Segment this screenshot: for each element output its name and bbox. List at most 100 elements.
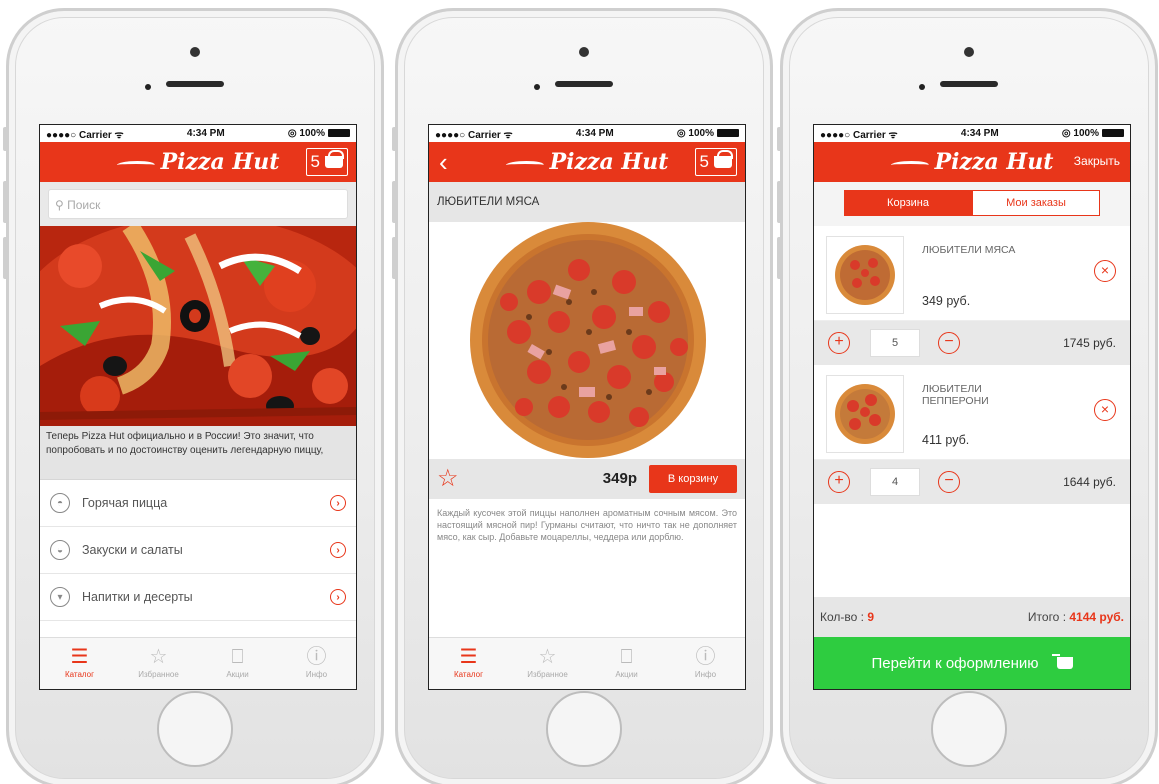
minus-icon[interactable]: − — [938, 332, 960, 354]
category-snacks-salads[interactable]: ◒ Закуски и салаты › — [40, 527, 356, 574]
info-icon: ⓘ — [695, 646, 716, 668]
battery-icon — [327, 129, 350, 138]
bookmark-icon: ⎕ — [231, 646, 244, 668]
roof-icon — [888, 161, 931, 169]
cart-item: ЛЮБИТЕЛИ ПЕППЕРОНИ 411 руб. × — [814, 365, 1130, 460]
price-bar: ☆ 349р В корзину — [429, 459, 745, 499]
item-line-total: 1745 руб. — [1063, 336, 1116, 350]
tab-info[interactable]: ⓘ Инфо — [666, 638, 745, 689]
star-icon: ☆ — [538, 646, 557, 668]
plus-icon[interactable]: + — [828, 332, 850, 354]
chevron-right-icon: › — [330, 589, 346, 605]
navbar: Pizza Hut Закрыть — [814, 142, 1130, 182]
back-icon[interactable]: ‹ — [439, 147, 448, 178]
camera-icon — [964, 47, 974, 57]
bookmark-icon: ⎕ — [620, 646, 633, 668]
phone-catalog: ●●●●○ Carrier ᯤ 4:34 PM ◎ 100% Pizza Hut… — [3, 8, 384, 784]
remove-item-icon[interactable]: × — [1094, 399, 1116, 421]
quantity-stepper: + 4 − 1644 руб. — [814, 460, 1130, 504]
tab-bar: ☰ Каталог ☆ Избранное ⎕ Акции ⓘ Инфо — [429, 637, 745, 689]
shopping-cart-icon — [1051, 654, 1073, 669]
add-to-cart-button[interactable]: В корзину — [649, 465, 737, 493]
search-bar: ⚲ Поиск — [40, 182, 356, 226]
product-title: ЛЮБИТЕЛИ МЯСА — [429, 182, 745, 222]
minus-icon[interactable]: − — [938, 471, 960, 493]
item-name: ЛЮБИТЕЛИ ПЕППЕРОНИ — [922, 383, 989, 407]
order-total: Итого : 4144 руб. — [1027, 610, 1124, 624]
home-button[interactable] — [546, 691, 622, 767]
plus-icon[interactable]: + — [828, 471, 850, 493]
quantity-field[interactable]: 5 — [870, 329, 920, 357]
app-showcase: ●●●●○ Carrier ᯤ 4:34 PM ◎ 100% Pizza Hut… — [0, 0, 1159, 784]
tab-promotions[interactable]: ⎕ Акции — [587, 638, 666, 689]
battery-icon — [1101, 129, 1124, 138]
chevron-right-icon: › — [330, 495, 346, 511]
basket-icon — [325, 150, 344, 168]
remove-item-icon[interactable]: × — [1094, 260, 1116, 282]
tab-bar: ☰ Каталог ☆ Избранное ⎕ Акции ⓘ Инфо — [40, 637, 356, 689]
salad-icon: ◒ — [50, 540, 70, 560]
status-bar: ●●●●○ Carrier ᯤ 4:34 PM ◎ 100% — [40, 125, 356, 142]
cart-screen: ●●●●○ Carrier ᯤ 4:34 PM ◎ 100% Pizza Hut… — [813, 124, 1131, 690]
status-bar: ●●●●○ Carrier ᯤ 4:34 PM ◎ 100% — [814, 125, 1130, 142]
item-name: ЛЮБИТЕЛИ МЯСА — [922, 244, 1016, 256]
speaker-grille — [940, 81, 998, 87]
cart-count: 5 — [699, 152, 709, 171]
item-line-total: 1644 руб. — [1063, 475, 1116, 489]
category-drinks-desserts[interactable]: ▾ Напитки и десерты › — [40, 574, 356, 621]
tab-info[interactable]: ⓘ Инфо — [277, 638, 356, 689]
camera-icon — [190, 47, 200, 57]
cart-button[interactable]: 5 — [694, 148, 737, 176]
chevron-right-icon: › — [330, 542, 346, 558]
tab-favorites[interactable]: ☆ Избранное — [119, 638, 198, 689]
clock: 4:34 PM — [186, 128, 225, 139]
product-description: Каждый кусочек этой пиццы наполнен арома… — [437, 508, 737, 542]
pizza-hut-logo: Pizza Hut — [888, 149, 1053, 175]
tab-catalog[interactable]: ☰ Каталог — [40, 638, 119, 689]
speaker-grille — [166, 81, 224, 87]
promo-text: Теперь Pizza Hut официально и в России! … — [40, 426, 356, 480]
home-button[interactable] — [157, 691, 233, 767]
product-screen: ●●●●○ Carrier ᯤ 4:34 PM ◎ 100% ‹ Pizza H… — [428, 124, 746, 690]
tab-favorites[interactable]: ☆ Избранное — [508, 638, 587, 689]
menu-icon: ☰ — [459, 646, 478, 668]
cart-segmented-control: Корзина Мои заказы — [814, 182, 1130, 226]
roof-icon — [503, 161, 546, 169]
item-count: Кол-во : 9 — [820, 610, 875, 624]
roof-icon — [114, 161, 157, 169]
tab-my-orders[interactable]: Мои заказы — [972, 190, 1100, 216]
navbar: Pizza Hut 5 — [40, 142, 356, 182]
phone-cart: ●●●●○ Carrier ᯤ 4:34 PM ◎ 100% Pizza Hut… — [777, 8, 1158, 784]
cart-button[interactable]: 5 — [305, 148, 348, 176]
cart-item: ЛЮБИТЕЛИ МЯСА 349 руб. × — [814, 226, 1130, 321]
menu-icon: ☰ — [70, 646, 89, 668]
search-input[interactable]: ⚲ Поиск — [48, 189, 348, 219]
quantity-field[interactable]: 4 — [870, 468, 920, 496]
basket-icon — [714, 150, 733, 168]
checkout-button[interactable]: Перейти к оформлению — [814, 637, 1130, 689]
category-hot-pizza[interactable]: ◓ Горячая пицца › — [40, 480, 356, 527]
catalog-screen: ●●●●○ Carrier ᯤ 4:34 PM ◎ 100% Pizza Hut… — [39, 124, 357, 690]
navbar: ‹ Pizza Hut 5 — [429, 142, 745, 182]
camera-icon — [579, 47, 589, 57]
item-thumbnail — [826, 236, 904, 314]
product-price: 349р — [602, 470, 637, 487]
pizza-icon: ◓ — [50, 493, 70, 513]
info-icon: ⓘ — [306, 646, 327, 668]
pizza-hut-logo: Pizza Hut — [114, 149, 279, 175]
tab-promotions[interactable]: ⎕ Акции — [198, 638, 277, 689]
item-unit-price: 411 руб. — [922, 433, 970, 447]
status-bar: ●●●●○ Carrier ᯤ 4:34 PM ◎ 100% — [429, 125, 745, 142]
tab-catalog[interactable]: ☰ Каталог — [429, 638, 508, 689]
drink-icon: ▾ — [50, 587, 70, 607]
hero-pizza-image — [40, 226, 356, 426]
battery-indicator: ◎ 100% — [288, 128, 350, 139]
item-thumbnail — [826, 375, 904, 453]
favorite-star-icon[interactable]: ☆ — [437, 467, 459, 491]
tab-cart[interactable]: Корзина — [844, 190, 972, 216]
home-button[interactable] — [931, 691, 1007, 767]
carrier-label: ●●●●○ Carrier ᯤ — [46, 129, 124, 141]
item-unit-price: 349 руб. — [922, 294, 971, 308]
product-pizza-image — [429, 222, 745, 459]
close-button[interactable]: Закрыть — [1074, 154, 1120, 168]
